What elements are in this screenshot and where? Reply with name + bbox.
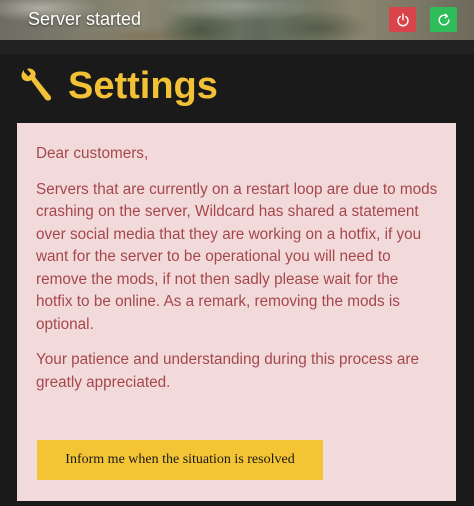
power-icon (396, 13, 409, 26)
notice-body: Servers that are currently on a restart … (36, 180, 438, 333)
notice-greeting: Dear customers, (36, 145, 149, 162)
restart-button[interactable] (430, 7, 457, 32)
notice-closing: Your patience and understanding during t… (36, 351, 419, 391)
page-header: Settings (18, 62, 218, 110)
page-title: Settings (68, 64, 218, 107)
header-divider (0, 40, 474, 54)
top-bar: Server started (0, 0, 474, 40)
restart-icon (438, 13, 450, 26)
notice-panel: Dear customers, Servers that are current… (17, 123, 456, 501)
wrench-icon (21, 68, 52, 101)
power-button[interactable] (389, 7, 416, 32)
inform-me-button[interactable]: Inform me when the situation is resolved (37, 440, 323, 480)
server-status-text: Server started (28, 9, 142, 29)
